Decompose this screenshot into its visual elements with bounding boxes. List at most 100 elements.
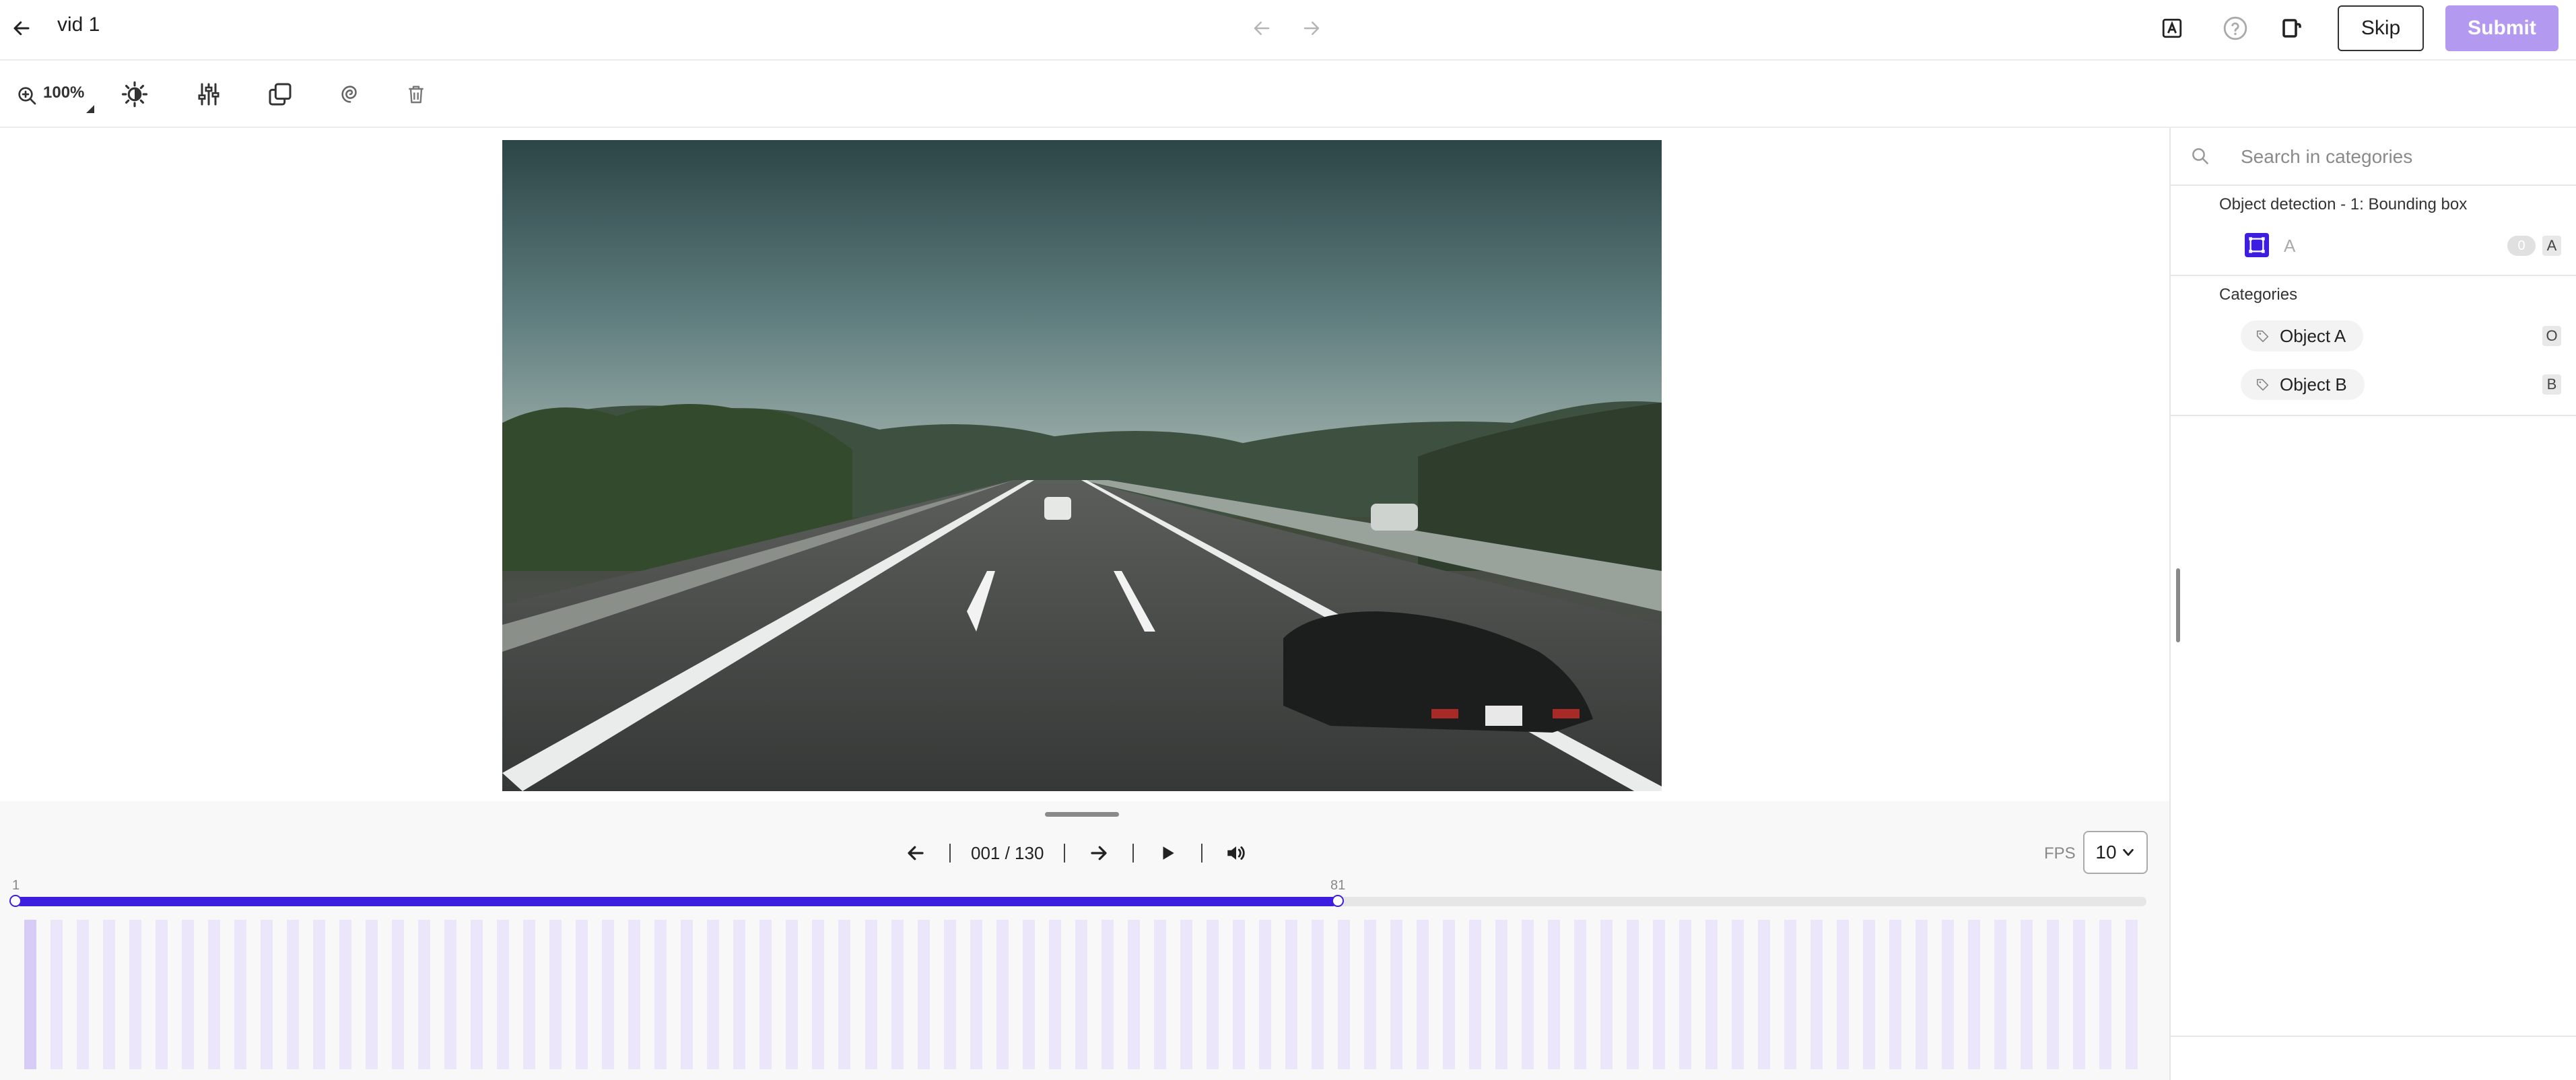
frame-marker[interactable] xyxy=(129,920,142,1069)
frame-marker[interactable] xyxy=(2073,920,2086,1069)
help-icon[interactable] xyxy=(2221,13,2250,43)
frame-marker[interactable] xyxy=(1547,920,1560,1069)
redo-arrow-icon[interactable] xyxy=(1297,15,1326,42)
frame-marker[interactable] xyxy=(917,920,930,1069)
frame-marker[interactable] xyxy=(1101,920,1114,1069)
bounding-box-icon[interactable] xyxy=(2245,233,2269,257)
frame-marker[interactable] xyxy=(1442,920,1455,1069)
frame-marker[interactable] xyxy=(812,920,825,1069)
frame-marker[interactable] xyxy=(287,920,300,1069)
undo-arrow-icon[interactable] xyxy=(1247,15,1277,42)
frame-marker[interactable] xyxy=(1705,920,1718,1069)
frame-marker[interactable] xyxy=(838,920,851,1069)
frame-marker[interactable] xyxy=(1994,920,2007,1069)
frame-marker[interactable] xyxy=(1758,920,1771,1069)
frame-marker[interactable] xyxy=(2021,920,2033,1069)
video-frame[interactable] xyxy=(502,140,1662,791)
frame-marker[interactable] xyxy=(1206,920,1219,1069)
frame-marker[interactable] xyxy=(1784,920,1797,1069)
frame-marker[interactable] xyxy=(261,920,273,1069)
frame-marker[interactable] xyxy=(1968,920,1981,1069)
frame-marker[interactable] xyxy=(1337,920,1350,1069)
frame-marker[interactable] xyxy=(576,920,588,1069)
trash-icon[interactable] xyxy=(401,78,431,110)
frame-marker[interactable] xyxy=(2047,920,2060,1069)
frame-marker[interactable] xyxy=(1232,920,1245,1069)
frame-marker[interactable] xyxy=(943,920,956,1069)
category-chip-object-b[interactable]: Object B xyxy=(2241,369,2365,400)
frame-marker[interactable] xyxy=(549,920,562,1069)
zoom-level[interactable]: 100% xyxy=(43,83,84,102)
timeline-start-handle[interactable] xyxy=(9,895,22,907)
frame-marker[interactable] xyxy=(50,920,63,1069)
frame-marker[interactable] xyxy=(392,920,405,1069)
frame-marker[interactable] xyxy=(1468,920,1481,1069)
frame-marker[interactable] xyxy=(1916,920,1928,1069)
frame-marker[interactable] xyxy=(1889,920,1902,1069)
frame-marker[interactable] xyxy=(523,920,536,1069)
frame-marker[interactable] xyxy=(759,920,772,1069)
frame-marker[interactable] xyxy=(1837,920,1850,1069)
frame-marker[interactable] xyxy=(996,920,1009,1069)
fps-select[interactable]: 10 xyxy=(2083,831,2148,874)
adjustments-sliders-icon[interactable] xyxy=(193,78,225,110)
frame-marker[interactable] xyxy=(1863,920,1876,1069)
zoom-icon[interactable] xyxy=(15,83,39,108)
frame-marker[interactable] xyxy=(2126,920,2138,1069)
frame-marker[interactable] xyxy=(208,920,221,1069)
frame-marker[interactable] xyxy=(786,920,799,1069)
frame-marker[interactable] xyxy=(77,920,90,1069)
frame-marker[interactable] xyxy=(1652,920,1665,1069)
frame-marker[interactable] xyxy=(471,920,483,1069)
frame-marker[interactable] xyxy=(1732,920,1744,1069)
frame-marker[interactable] xyxy=(339,920,352,1069)
frame-marker[interactable] xyxy=(865,920,877,1069)
frame-marker[interactable] xyxy=(1048,920,1061,1069)
label-text-icon[interactable] xyxy=(2157,13,2187,43)
magic-wand-icon[interactable] xyxy=(334,78,366,110)
next-frame-icon[interactable] xyxy=(1085,840,1112,867)
frame-marker[interactable] xyxy=(1127,920,1140,1069)
frame-marker[interactable] xyxy=(1285,920,1297,1069)
frame-marker[interactable] xyxy=(681,920,693,1069)
frame-marker[interactable] xyxy=(182,920,195,1069)
frame-marker[interactable] xyxy=(103,920,116,1069)
frame-marker[interactable] xyxy=(1075,920,1087,1069)
previous-frame-icon[interactable] xyxy=(902,840,929,867)
task-item-label[interactable]: A xyxy=(2284,236,2295,257)
submit-button[interactable]: Submit xyxy=(2445,5,2558,51)
frame-marker[interactable] xyxy=(2099,920,2112,1069)
panel-resize-handle[interactable] xyxy=(2176,568,2180,642)
frame-marker[interactable] xyxy=(1363,920,1376,1069)
skip-button[interactable]: Skip xyxy=(2338,5,2424,51)
frame-marker[interactable] xyxy=(418,920,431,1069)
brightness-icon[interactable] xyxy=(118,78,151,110)
frame-marker[interactable] xyxy=(602,920,615,1069)
frame-marker[interactable] xyxy=(1495,920,1507,1069)
frame-marker[interactable] xyxy=(733,920,746,1069)
frame-marker[interactable] xyxy=(1679,920,1691,1069)
timeline-end-handle[interactable] xyxy=(1332,895,1344,907)
frame-marker[interactable] xyxy=(628,920,641,1069)
frame-marker[interactable] xyxy=(24,920,36,1069)
copy-icon[interactable] xyxy=(264,78,296,110)
frame-marker[interactable] xyxy=(444,920,457,1069)
frame-marker[interactable] xyxy=(1311,920,1324,1069)
frame-marker[interactable] xyxy=(1942,920,1955,1069)
frame-marker[interactable] xyxy=(1390,920,1402,1069)
keyboard-shortcuts-icon[interactable] xyxy=(2277,13,2307,43)
category-chip-object-a[interactable]: Object A xyxy=(2241,320,2364,351)
frame-marker[interactable] xyxy=(497,920,510,1069)
frame-marker[interactable] xyxy=(707,920,720,1069)
frame-marker[interactable] xyxy=(970,920,982,1069)
frame-marker[interactable] xyxy=(313,920,326,1069)
frame-marker[interactable] xyxy=(654,920,667,1069)
frame-marker[interactable] xyxy=(1258,920,1271,1069)
frame-marker[interactable] xyxy=(234,920,247,1069)
frame-marker[interactable] xyxy=(1810,920,1823,1069)
frame-marker[interactable] xyxy=(1180,920,1192,1069)
frame-marker[interactable] xyxy=(1521,920,1534,1069)
frame-marker[interactable] xyxy=(366,920,378,1069)
frame-marker[interactable] xyxy=(1416,920,1429,1069)
category-search-input[interactable] xyxy=(2239,141,2552,172)
